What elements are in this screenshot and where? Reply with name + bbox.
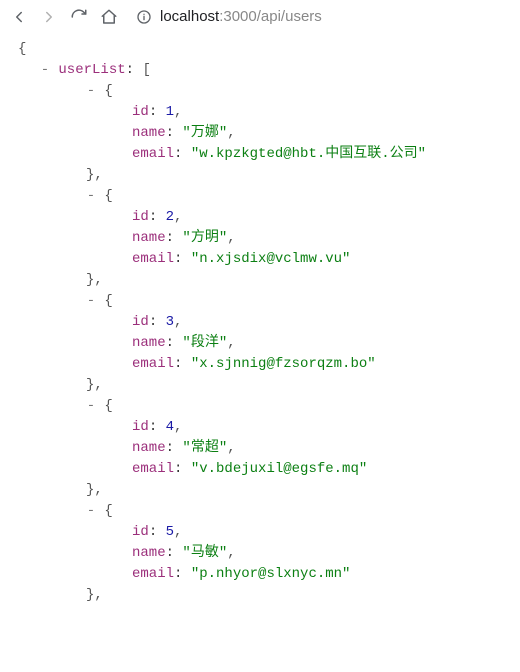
collapse-toggle-icon[interactable]: - [86, 291, 96, 312]
json-key: id [132, 419, 149, 435]
json-string: "v.bdejuxil@egsfe.mq" [191, 461, 367, 477]
json-string: "w.kpzkgted@hbt.中国互联.公司" [191, 146, 426, 162]
collapse-toggle-icon[interactable]: - [86, 81, 96, 102]
url-text: localhost:3000/api/users [160, 8, 322, 25]
address-bar[interactable]: localhost:3000/api/users [130, 6, 510, 27]
browser-toolbar: localhost:3000/api/users [0, 0, 520, 33]
reload-icon[interactable] [70, 8, 88, 26]
url-path: /api/users [257, 8, 322, 25]
json-string: "p.nhyor@slxnyc.mn" [191, 566, 351, 582]
site-info-icon[interactable] [136, 9, 152, 25]
back-icon[interactable] [10, 8, 28, 26]
json-key: id [132, 524, 149, 540]
json-key: email [132, 566, 174, 582]
json-number: 4 [166, 419, 174, 435]
json-string: "段洋" [182, 335, 227, 351]
json-key: userList [58, 62, 125, 78]
collapse-toggle-icon[interactable]: - [86, 186, 96, 207]
json-key: id [132, 314, 149, 330]
collapse-toggle-icon[interactable]: - [86, 501, 96, 522]
json-string: "常超" [182, 440, 227, 456]
json-string: "n.xjsdix@vclmw.vu" [191, 251, 351, 267]
collapse-toggle-icon[interactable]: - [40, 60, 50, 81]
json-string: "方明" [182, 230, 227, 246]
json-key: name [132, 230, 166, 246]
json-key: id [132, 209, 149, 225]
json-key: name [132, 125, 166, 141]
json-key: name [132, 335, 166, 351]
json-viewer: {- userList: [- {id: 1,name: "万娜",email:… [0, 33, 520, 606]
json-key: email [132, 251, 174, 267]
url-port: :3000 [219, 8, 257, 25]
json-key: name [132, 440, 166, 456]
json-key: email [132, 356, 174, 372]
forward-icon[interactable] [40, 8, 58, 26]
json-key: email [132, 461, 174, 477]
json-key: id [132, 104, 149, 120]
json-number: 3 [166, 314, 174, 330]
url-host: localhost [160, 8, 219, 25]
json-number: 1 [166, 104, 174, 120]
json-number: 2 [166, 209, 174, 225]
collapse-toggle-icon[interactable]: - [86, 396, 96, 417]
json-string: "马敏" [182, 545, 227, 561]
json-string: "万娜" [182, 125, 227, 141]
json-key: email [132, 146, 174, 162]
json-number: 5 [166, 524, 174, 540]
home-icon[interactable] [100, 8, 118, 26]
json-key: name [132, 545, 166, 561]
json-string: "x.sjnnig@fzsorqzm.bo" [191, 356, 376, 372]
